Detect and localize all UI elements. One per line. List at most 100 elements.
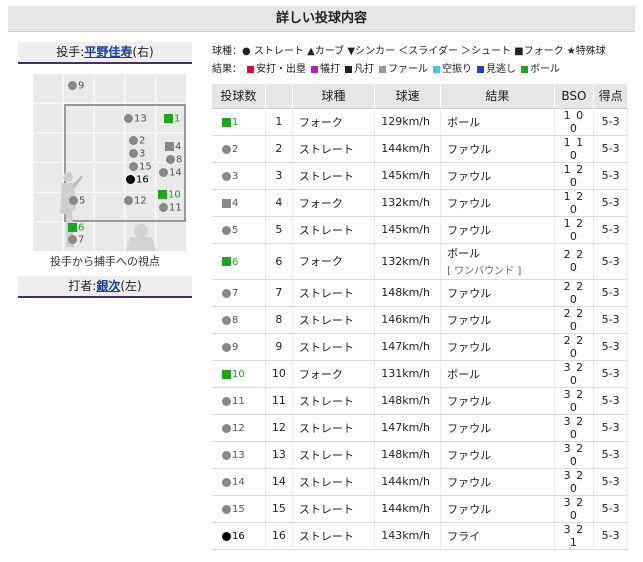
zone-marker-number: 2 [139, 135, 146, 147]
table-header-row: 投球数 球種 球速 結果 BSO 得点 [212, 84, 628, 109]
square-marker-icon [222, 257, 231, 266]
pitch-score: 5-3 [593, 414, 628, 442]
strike-zone-chart: 9 13 1 2 3 4 8 15 14 16 10 5 12 11 6 7 [32, 73, 186, 251]
pitch-bso: 3 2 0 [554, 441, 595, 469]
pitch-speed: 144km/h [374, 468, 442, 496]
zone-caption: 投手から捕手への視点 [50, 255, 160, 268]
circle-marker-icon [159, 168, 168, 177]
circle-marker-icon [68, 81, 77, 90]
pitch-result: フライ [440, 522, 555, 550]
zone-marker: 1 [164, 114, 180, 125]
pitch-speed: 148km/h [374, 387, 442, 415]
pitch-type: ストレート [292, 387, 376, 415]
circle-marker-icon [129, 149, 138, 158]
square-marker-icon [165, 142, 174, 151]
pitch-mark-number: 1 [232, 117, 239, 128]
zone-marker-number: 10 [168, 189, 181, 201]
pitch-result-text: ファウル [447, 421, 492, 435]
pitch-result: ファウル [440, 495, 555, 523]
zone-marker-number: 15 [139, 161, 152, 173]
result-color-chip-icon [247, 65, 254, 73]
pitch-mark-cell: 10 [212, 360, 266, 388]
zone-marker: 7 [68, 235, 84, 246]
pitch-result-note: [ ワンバウンド ] [447, 266, 522, 277]
pitch-mark-number: 7 [232, 288, 239, 299]
pitch-speed: 132km/h [374, 189, 442, 217]
pitch-type: ストレート [292, 162, 376, 190]
pitch-number: 13 [265, 441, 293, 469]
pitch-bso: 3 2 0 [554, 414, 595, 442]
pitch-type: ストレート [292, 306, 376, 334]
pitch-mark-number: 15 [232, 504, 245, 515]
pitch-number: 4 [265, 189, 293, 217]
pitch-result-text: ファウル [447, 394, 492, 408]
pitch-bso: 2 2 0 [554, 333, 595, 361]
pitch-mark-cell: 5 [212, 216, 266, 244]
pitch-type: ストレート [292, 135, 376, 163]
pitch-result-text: ファウル [447, 448, 492, 462]
square-marker-icon [222, 117, 231, 127]
pitch-mark-cell: 1 [212, 108, 266, 136]
pitch-result-text: ボール [447, 367, 481, 381]
pitch-mark-cell: 3 [212, 162, 266, 190]
pitch-score: 5-3 [593, 468, 628, 496]
pitch-type: ストレート [292, 495, 376, 523]
result-legend: 結果： 安打・出塁 犠打 凡打 ファール 空振り 見逃し ボール [212, 60, 560, 75]
pitch-result: ファウル [440, 441, 555, 469]
pitch-mark-number: 10 [232, 369, 245, 380]
pitch-mark-cell: 11 [212, 387, 266, 415]
pitch-result: ファウル [440, 387, 555, 415]
pitcher-name-link[interactable]: 平野佳寿 [84, 45, 132, 59]
zone-marker: 13 [124, 114, 147, 125]
pitch-type: フォーク [292, 189, 376, 217]
result-color-chip-icon [379, 65, 386, 73]
circle-marker-icon [126, 175, 135, 184]
pitch-number: 5 [265, 216, 293, 244]
pitch-result-text: ファウル [447, 196, 492, 210]
pitch-number: 7 [265, 279, 293, 307]
table-row: 3 3 ストレート 145km/h ファウル 1 2 0 5-3 [212, 162, 628, 190]
pitch-result: ファウル [440, 333, 555, 361]
result-legend-label: 結果： [212, 64, 242, 75]
pitch-result: ファウル [440, 189, 555, 217]
pitch-mark-number: 8 [232, 315, 239, 326]
pitcher-prefix: 投手: [56, 45, 85, 59]
pitch-mark-number: 6 [232, 256, 239, 268]
pitch-mark-number: 16 [232, 531, 245, 542]
pitch-number: 3 [265, 162, 293, 190]
pitch-score: 5-3 [593, 189, 628, 217]
col-result: 結果 [440, 84, 555, 109]
pitch-result: ボール [ ワンバウンド ] [440, 243, 555, 280]
circle-marker-icon [124, 114, 133, 123]
pitch-mark-number: 5 [232, 225, 239, 236]
pitch-result: ファウル [440, 468, 555, 496]
pitch-result-text: ボール [447, 115, 481, 129]
pitch-type: フォーク [292, 360, 376, 388]
zone-marker-number: 14 [169, 167, 182, 179]
batter-name-link[interactable]: 銀次 [96, 279, 120, 293]
pitch-bso: 3 2 0 [554, 495, 595, 523]
circle-marker-icon [222, 504, 231, 514]
circle-marker-icon [159, 203, 168, 212]
pitcher-hand: (右) [132, 45, 154, 59]
pitch-mark-cell: 6 [212, 243, 266, 280]
circle-marker-icon [129, 136, 138, 145]
pitch-mark-number: 4 [232, 198, 239, 209]
result-legend-item: 凡打 [354, 64, 374, 75]
pitch-mark-cell: 7 [212, 279, 266, 307]
table-row: 7 7 ストレート 148km/h ファウル 2 2 0 5-3 [212, 279, 628, 307]
pitch-number: 1 [265, 108, 293, 136]
pitch-score: 5-3 [593, 495, 628, 523]
circle-marker-icon [222, 531, 231, 541]
pitch-score: 5-3 [593, 522, 628, 550]
pitch-speed: 132km/h [374, 243, 442, 280]
pitch-result: ファウル [440, 279, 555, 307]
table-row: 12 12 ストレート 147km/h ファウル 3 2 0 5-3 [212, 414, 628, 442]
square-marker-icon [222, 369, 231, 379]
zone-marker: 16 [126, 175, 149, 186]
pitch-mark-number: 12 [232, 423, 245, 434]
square-marker-icon [164, 114, 173, 123]
pitcher-header: 投手:平野佳寿(右) [18, 42, 192, 64]
pitch-bso: 3 2 0 [554, 387, 595, 415]
pitch-speed: 147km/h [374, 414, 442, 442]
